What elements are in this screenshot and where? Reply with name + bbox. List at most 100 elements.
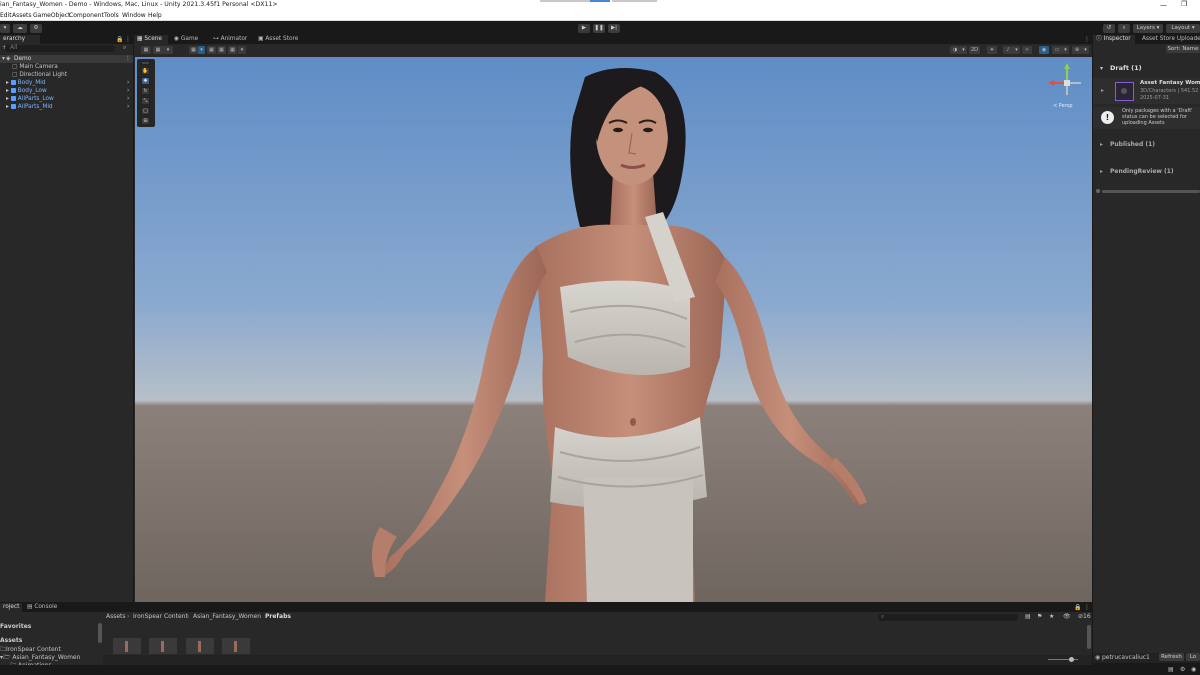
menu-tools[interactable]: Tools [104, 12, 119, 19]
asset-thumbnail[interactable] [149, 638, 177, 654]
expand-arrow-icon[interactable]: ▸ [1100, 168, 1103, 175]
logout-button[interactable]: Lo [1186, 653, 1200, 661]
drag-handle[interactable] [612, 0, 657, 2]
chevron-right-icon[interactable]: › [127, 103, 129, 111]
lock-icon[interactable]: 🔒 [116, 36, 123, 43]
hierarchy-item[interactable]: ▢ Directional Light [12, 71, 132, 79]
package-card[interactable]: ▸ Asset Fantasy Women 3D/Characters | 54… [1093, 78, 1200, 104]
more-menu-icon[interactable]: ⋮ [1084, 36, 1090, 43]
settings-icon[interactable]: ⚙ [30, 24, 42, 33]
menu-gameobject[interactable]: GameObject [33, 12, 70, 19]
chevron-right-icon[interactable]: › [127, 79, 129, 87]
hierarchy-item[interactable]: ▸ AllParts_Mid › [6, 103, 133, 111]
menu-help[interactable]: Help [148, 12, 162, 19]
rect-tool-icon[interactable]: ▢ [141, 107, 150, 115]
dropdown-icon[interactable]: ▾ [1082, 46, 1089, 54]
scroll-left-icon[interactable] [1096, 189, 1100, 193]
scene-menu-icon[interactable]: ⋮ [125, 55, 131, 63]
play-button[interactable]: ▶ [578, 24, 590, 33]
dropdown-icon[interactable]: ▾ [960, 46, 967, 54]
zoom-slider-thumb[interactable] [1069, 657, 1074, 662]
dropdown-icon[interactable]: ▾ [163, 46, 173, 54]
asset-thumbnail[interactable] [113, 638, 141, 654]
expand-arrow-icon[interactable]: ▾ [1100, 65, 1103, 72]
cache-icon[interactable]: ▤ [1168, 666, 1174, 673]
menu-window[interactable]: Window [122, 12, 146, 19]
visibility-icon[interactable]: 👁 [1063, 613, 1071, 620]
toggle-2d-button[interactable]: 2D [969, 46, 980, 54]
more-menu-icon[interactable]: ⋮ [125, 36, 131, 43]
shading-mode-icon[interactable]: ◑ [950, 46, 960, 54]
draft-header[interactable]: Draft (1) [1110, 64, 1142, 72]
transform-tool-icon[interactable]: ⊞ [141, 117, 150, 125]
tool-handle-icon[interactable]: ▦ [141, 46, 151, 54]
dropdown-icon[interactable]: ▾ [1013, 46, 1020, 54]
tab-scene[interactable]: ▦ Scene [134, 35, 168, 44]
increment-snap-icon[interactable]: ▦ [228, 46, 237, 54]
drag-handle[interactable] [540, 0, 590, 2]
grid-plane-icon[interactable]: ▦ [217, 46, 226, 54]
menu-component[interactable]: Component [69, 12, 104, 19]
grid-icon[interactable]: ▦ [207, 46, 216, 54]
debug-icon[interactable]: ⚙ [1180, 666, 1185, 673]
step-button[interactable]: ▶| [608, 24, 620, 33]
expand-arrow-icon[interactable]: ▸ [1100, 141, 1103, 148]
pause-button[interactable]: ❚❚ [593, 24, 605, 33]
tab-console[interactable]: ▤ Console [24, 603, 64, 612]
scale-tool-icon[interactable]: ⤡ [141, 97, 150, 105]
tab-hierarchy[interactable]: erarchy [0, 35, 40, 44]
asset-thumbnail[interactable] [222, 638, 250, 654]
hierarchy-item[interactable]: ▸ Body_Mid › [6, 79, 133, 87]
hierarchy-item[interactable]: ▸ AllParts_Low › [6, 95, 133, 103]
scene-viewport[interactable]: ✋ ✥ ↻ ⤡ ▢ ⊞ < Persp [135, 57, 1092, 602]
gizmos-icon[interactable]: ⊕ [1072, 46, 1082, 54]
audio-icon[interactable]: ♪ [1003, 46, 1013, 54]
layers-dropdown[interactable]: Layers ▾ [1133, 24, 1163, 33]
hierarchy-item[interactable]: ▸ Body_Low › [6, 87, 133, 95]
assets-scrollbar[interactable] [1087, 625, 1091, 649]
rotate-tool-icon[interactable]: ↻ [141, 87, 150, 95]
search-icon[interactable]: ⌕ [1118, 24, 1130, 33]
cloud-icon[interactable]: ☁ [13, 24, 27, 33]
effects-icon[interactable]: ✧ [1022, 46, 1032, 54]
scene-row[interactable]: ▾ ◈ Demo ⋮ [0, 55, 133, 63]
expand-arrow-icon[interactable]: ▸ [1101, 87, 1104, 94]
layout-dropdown[interactable]: Layout ▾ [1166, 24, 1200, 33]
chevron-right-icon[interactable]: › [127, 87, 129, 95]
tab-animator[interactable]: ⊶ Animator [210, 35, 252, 44]
orientation-gizmo[interactable]: < Persp [1045, 61, 1090, 111]
favorites-header[interactable]: Favorites [0, 623, 31, 630]
more-menu-icon[interactable]: ⋮ [1084, 604, 1090, 611]
move-tool-icon[interactable]: ✥ [141, 77, 150, 85]
search-by-label-icon[interactable]: ⚑ [1037, 613, 1042, 620]
horizontal-scrollbar[interactable] [1102, 190, 1200, 193]
menu-assets[interactable]: Assets [12, 12, 32, 19]
restore-icon[interactable]: ❐ [1181, 0, 1187, 8]
grid-snap-icon[interactable]: ▦ [189, 46, 198, 54]
history-icon[interactable]: ↺ [1103, 24, 1115, 33]
assets-header[interactable]: Assets [0, 637, 22, 644]
tab-asset-store[interactable]: ▣ Asset Store [255, 35, 303, 44]
sort-dropdown[interactable]: Sort: Name [1166, 45, 1200, 53]
snap-toggle-icon[interactable]: ▾ [198, 46, 205, 54]
notification-icon[interactable]: ◉ [1191, 666, 1196, 673]
refresh-button[interactable]: Refresh [1159, 653, 1184, 661]
search-input[interactable]: All [5, 44, 115, 52]
projection-label[interactable]: < Persp [1053, 103, 1073, 109]
star-icon[interactable]: ★ [1049, 613, 1054, 620]
account-dropdown[interactable]: ▾ [0, 24, 10, 33]
chevron-right-icon[interactable]: › [127, 95, 129, 103]
expand-arrow-icon[interactable]: ▾ [2, 55, 5, 63]
tab-inspector[interactable]: ⓘ Inspector [1093, 35, 1135, 44]
hierarchy-item[interactable]: ▢ Main Camera [12, 63, 132, 71]
minimize-icon[interactable]: — [1160, 1, 1167, 9]
dropdown-icon[interactable]: ▾ [1062, 46, 1069, 54]
lighting-icon[interactable]: ✦ [987, 46, 997, 54]
dropdown-icon[interactable]: ▾ [238, 46, 246, 54]
hand-tool-icon[interactable]: ✋ [141, 67, 150, 75]
global-local-icon[interactable]: ▦ [153, 46, 163, 54]
visibility-icon[interactable]: ◉ [1039, 46, 1049, 54]
menu-edit[interactable]: Edit [0, 12, 12, 19]
breadcrumb-item[interactable]: Asian_Fantasy_Women [193, 613, 261, 620]
asset-thumbnail[interactable] [186, 638, 214, 654]
